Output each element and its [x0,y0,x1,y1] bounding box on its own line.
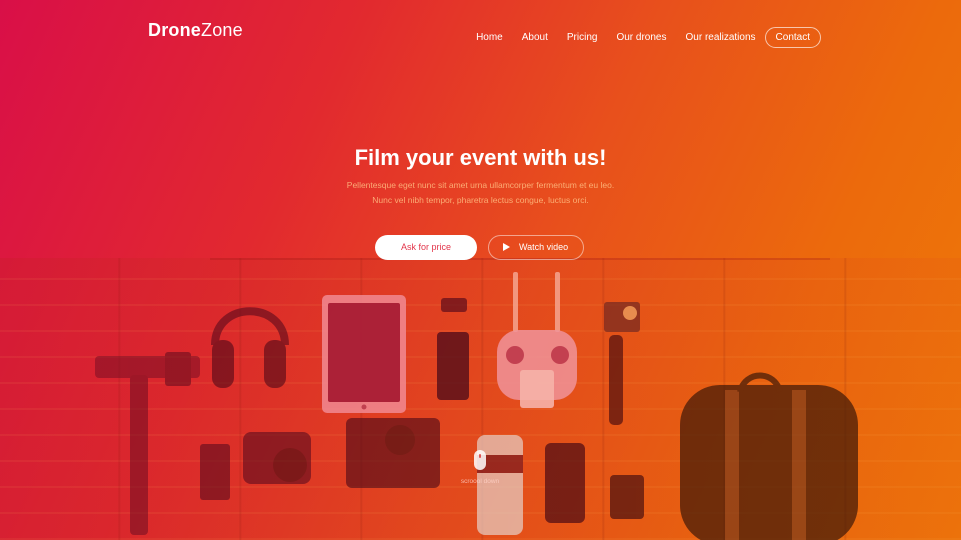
camera-image [200,418,440,500]
headphones-image [211,307,289,388]
action-camera-image [604,302,640,425]
backpack-image [680,372,858,540]
hero-subtitle-line-1: Pellentesque eget nunc sit amet urna ull… [346,180,615,190]
brand-logo[interactable]: DroneZone [148,20,243,41]
top-navigation: DroneZone Home About Pricing Our drones … [0,0,961,74]
watch-video-button[interactable]: Watch video [488,235,584,260]
nav-about[interactable]: About [522,28,548,48]
brand-name-light: Zone [201,20,243,40]
nav-our-realizations[interactable]: Our realizations [686,28,756,48]
nav-pricing[interactable]: Pricing [567,28,598,48]
mouse-icon [474,450,486,470]
watch-video-label: Watch video [519,242,569,252]
hero-subtitle-line-2: Nunc vel nibh tempor, pharetra lectus co… [372,195,589,205]
scroll-down-label: scroool down [460,478,500,485]
phone-image [437,332,469,400]
contact-button[interactable]: Contact [764,27,821,48]
gimbal-stabilizer-image [95,352,200,535]
nav-our-drones[interactable]: Our drones [616,28,666,48]
hero-title: Film your event with us! [354,145,607,170]
hero-section: DroneZone Home About Pricing Our drones … [0,0,961,540]
tablet-image [322,295,406,413]
drone-controller-image [497,272,577,408]
nav-home[interactable]: Home [476,28,503,48]
scroll-down-indicator[interactable]: scroool down [455,450,505,485]
ask-for-price-button[interactable]: Ask for price [375,235,477,260]
play-icon [503,243,510,251]
brand-name-bold: Drone [148,20,202,40]
main-menu: Home About Pricing Our drones Our realiz… [457,27,821,48]
